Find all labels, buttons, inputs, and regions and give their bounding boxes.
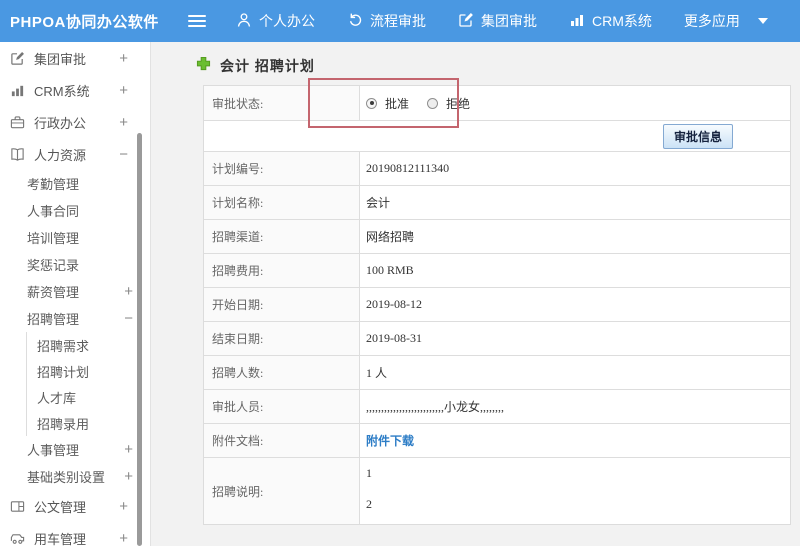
sidebar-item-training[interactable]: 培训管理 bbox=[0, 224, 150, 251]
caret-down-icon[interactable] bbox=[757, 18, 768, 24]
sidebar-item-group-approval[interactable]: 集团审批 + bbox=[0, 42, 150, 74]
sidebar-item-recruit-demand[interactable]: 招聘需求 bbox=[27, 332, 150, 358]
field-label: 审批人员: bbox=[204, 390, 360, 423]
sidebar-item-personnel[interactable]: 人事管理 + bbox=[0, 436, 150, 463]
expand-icon[interactable]: + bbox=[119, 499, 128, 514]
field-value: 2019-08-12 bbox=[366, 297, 422, 311]
sidebar-item-hr[interactable]: 人力资源 − bbox=[0, 138, 150, 170]
field-label: 审批状态: bbox=[204, 86, 360, 120]
edit-icon bbox=[9, 50, 25, 66]
field-value: 1 2 bbox=[360, 458, 790, 524]
nav-process-approval[interactable]: 流程审批 bbox=[347, 11, 426, 31]
expand-icon[interactable]: + bbox=[124, 442, 133, 457]
table-row: 计划编号: 20190812111340 bbox=[204, 152, 790, 186]
document-icon bbox=[9, 498, 25, 514]
collapse-icon[interactable]: − bbox=[119, 147, 128, 162]
sidebar-item-recruit-hire[interactable]: 招聘录用 bbox=[27, 410, 150, 436]
description-row: 招聘说明: 1 2 bbox=[204, 458, 790, 524]
menu-icon[interactable] bbox=[188, 15, 206, 27]
plus-icon bbox=[196, 56, 211, 76]
approve-radio-label[interactable]: 批准 bbox=[385, 95, 409, 112]
field-value: 1 人 bbox=[366, 366, 388, 380]
sidebar-item-salary[interactable]: 薪资管理 + bbox=[0, 278, 150, 305]
bar-chart-icon bbox=[569, 12, 585, 31]
app-title: PHPOA协同办公软件 bbox=[10, 13, 159, 31]
field-label: 附件文档: bbox=[204, 424, 360, 457]
table-row: 招聘费用: 100 RMB bbox=[204, 254, 790, 288]
sidebar-item-admin-office[interactable]: 行政办公 + bbox=[0, 106, 150, 138]
approval-radio-group: 批准 拒绝 bbox=[366, 95, 480, 112]
field-label: 招聘说明: bbox=[204, 458, 360, 524]
field-label: 开始日期: bbox=[204, 288, 360, 321]
field-label: 结束日期: bbox=[204, 322, 360, 355]
page-header: 会计 招聘计划 bbox=[196, 56, 315, 76]
sidebar: 集团审批 + CRM系统 + 行政办公 + 人力资源 − 考勤管理 人事合同 培… bbox=[0, 42, 150, 546]
expand-icon[interactable]: + bbox=[119, 115, 128, 130]
approve-radio[interactable] bbox=[366, 97, 377, 109]
collapse-icon[interactable]: − bbox=[124, 311, 133, 326]
car-icon bbox=[9, 530, 25, 546]
main-content: 会计 招聘计划 审批状态: 批准 拒绝 审批信息 计划编号: 201908121… bbox=[150, 42, 800, 546]
sidebar-item-crm[interactable]: CRM系统 + bbox=[0, 74, 150, 106]
nav-group-approval[interactable]: 集团审批 bbox=[458, 11, 537, 31]
expand-icon[interactable]: + bbox=[124, 469, 133, 484]
field-label: 招聘人数: bbox=[204, 356, 360, 389]
expand-icon[interactable]: + bbox=[119, 51, 128, 66]
approval-info-button[interactable]: 审批信息 bbox=[662, 123, 733, 149]
topbar: PHPOA协同办公软件 个人办公 流程审批 集团审批 CRM系统 更多应用 bbox=[0, 0, 800, 42]
expand-icon[interactable]: + bbox=[119, 83, 128, 98]
field-label: 招聘费用: bbox=[204, 254, 360, 287]
nav-crm-system[interactable]: CRM系统 bbox=[569, 11, 652, 31]
sidebar-item-base-category[interactable]: 基础类别设置 + bbox=[0, 463, 150, 490]
field-label: 计划编号: bbox=[204, 152, 360, 185]
field-label: 招聘渠道: bbox=[204, 220, 360, 253]
table-row: 开始日期: 2019-08-12 bbox=[204, 288, 790, 322]
book-icon bbox=[9, 146, 25, 162]
field-value: 20190812111340 bbox=[366, 161, 450, 175]
user-icon bbox=[236, 12, 252, 31]
button-row: 审批信息 bbox=[204, 121, 790, 152]
reject-radio[interactable] bbox=[427, 97, 439, 109]
recruit-plan-form: 审批状态: 批准 拒绝 审批信息 计划编号: 20190812111340 计划… bbox=[203, 85, 791, 525]
field-value: 100 RMB bbox=[366, 263, 414, 277]
reject-radio-label[interactable]: 拒绝 bbox=[446, 95, 470, 112]
description-line: 2 bbox=[366, 497, 372, 511]
sidebar-item-recruit-plan[interactable]: 招聘计划 bbox=[27, 358, 150, 384]
topnav: 个人办公 流程审批 集团审批 CRM系统 更多应用 bbox=[236, 11, 768, 31]
description-line: 1 bbox=[366, 466, 372, 480]
page-title: 会计 招聘计划 bbox=[220, 58, 315, 74]
expand-icon[interactable]: + bbox=[119, 531, 128, 546]
table-row: 招聘渠道: 网络招聘 bbox=[204, 220, 790, 254]
sidebar-item-recruit-mgmt[interactable]: 招聘管理 − bbox=[0, 305, 150, 332]
attachment-download-link[interactable]: 附件下载 bbox=[366, 432, 414, 449]
recruit-submenu: 招聘需求 招聘计划 人才库 招聘录用 bbox=[26, 332, 150, 436]
field-value: ,,,,,,,,,,,,,,,,,,,,,,,,,,小龙女,,,,,,,, bbox=[366, 400, 505, 414]
table-row: 结束日期: 2019-08-31 bbox=[204, 322, 790, 356]
sidebar-item-talent-pool[interactable]: 人才库 bbox=[27, 384, 150, 410]
nav-personal-office[interactable]: 个人办公 bbox=[236, 11, 315, 31]
field-value: 2019-08-31 bbox=[366, 331, 422, 345]
sidebar-item-rewards[interactable]: 奖惩记录 bbox=[0, 251, 150, 278]
table-row: 招聘人数: 1 人 bbox=[204, 356, 790, 390]
sidebar-scrollbar[interactable] bbox=[137, 133, 142, 546]
field-value: 会计 bbox=[366, 196, 391, 210]
attachment-row: 附件文档: 附件下载 bbox=[204, 424, 790, 458]
flow-icon bbox=[347, 12, 363, 31]
status-row: 审批状态: 批准 拒绝 bbox=[204, 86, 790, 121]
edit-icon bbox=[458, 12, 474, 31]
field-label: 计划名称: bbox=[204, 186, 360, 219]
table-row: 审批人员: ,,,,,,,,,,,,,,,,,,,,,,,,,,小龙女,,,,,… bbox=[204, 390, 790, 424]
sidebar-item-hr-contract[interactable]: 人事合同 bbox=[0, 197, 150, 224]
sidebar-item-attendance[interactable]: 考勤管理 bbox=[0, 170, 150, 197]
field-value: 网络招聘 bbox=[366, 230, 415, 244]
sidebar-item-vehicle-mgmt[interactable]: 用车管理 + bbox=[0, 522, 150, 546]
bar-chart-icon bbox=[9, 82, 25, 98]
briefcase-icon bbox=[9, 114, 25, 130]
sidebar-item-document-mgmt[interactable]: 公文管理 + bbox=[0, 490, 150, 522]
expand-icon[interactable]: + bbox=[124, 284, 133, 299]
nav-more-apps[interactable]: 更多应用 bbox=[684, 11, 740, 31]
table-row: 计划名称: 会计 bbox=[204, 186, 790, 220]
